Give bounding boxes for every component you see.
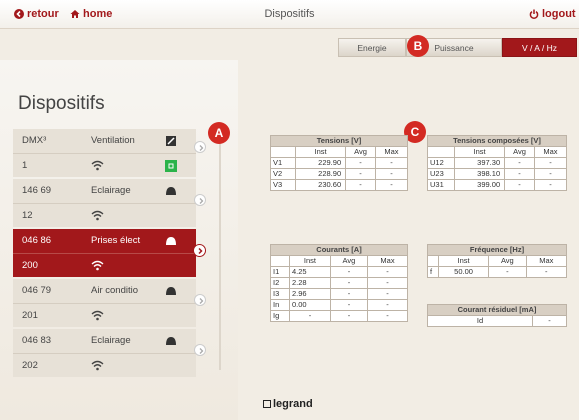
table-row: I3 2.96- - [270, 288, 408, 300]
table-row: Ig - - - [270, 310, 408, 322]
column-header: Inst [437, 255, 490, 267]
tensions-table: Tensions [V] Inst Avg Max V1 229.90- - V2 228… [270, 135, 409, 191]
device-name: Prises élect [91, 235, 141, 246]
device-number: 1 [22, 160, 28, 171]
table-title: Courants [A] [270, 244, 408, 256]
device-item[interactable]: DMX³ Ventilation 1 [13, 129, 196, 177]
table-row: V3 230.60- - [270, 179, 409, 191]
brand-name: legrand [273, 398, 313, 410]
tab-v-a-hz[interactable]: V / A / Hz [502, 38, 577, 57]
column-header: Avg [504, 146, 535, 158]
dome-icon [166, 287, 176, 295]
tab-energie[interactable]: Energie [338, 38, 406, 57]
top-bar: retour home Dispositifs logout [0, 0, 579, 29]
device-item-selected[interactable]: 046 86 Prises élect 200 [13, 229, 196, 277]
courants-table: Courants [A] Inst Avg Max I1 4.25- - I2 2.28-… [270, 244, 408, 322]
chevron-right-icon [198, 247, 203, 255]
device-number: 201 [22, 310, 38, 321]
device-name: Eclairage [91, 335, 131, 346]
table-row: f 50.00- - [427, 266, 568, 278]
wifi-icon [91, 210, 104, 221]
table-row: U31 399.00- - [427, 179, 568, 191]
column-header: Max [374, 146, 409, 158]
wifi-icon [91, 160, 104, 171]
chevron-right-icon [199, 348, 204, 354]
table-row: U23 398.10- - [427, 168, 568, 180]
wifi-icon [91, 260, 104, 271]
chevron-right-icon [199, 145, 204, 151]
device-item[interactable]: 146 69 Eclairage 12 [13, 179, 196, 227]
table-title: Tensions [V] [270, 135, 408, 147]
device-arrow-button[interactable] [194, 344, 206, 356]
logout-button[interactable]: logout [529, 8, 576, 20]
frequence-table: Fréquence [Hz] Inst Avg Max f 50.00- - [427, 244, 568, 278]
table-title: Courant résiduel [mA] [427, 304, 567, 316]
device-arrow-button[interactable] [194, 194, 206, 206]
page-title: Dispositifs [18, 93, 105, 114]
column-header: Max [367, 255, 408, 267]
logo-square-icon [263, 400, 271, 408]
table-row: In 0.00- - [270, 299, 408, 311]
panel-icon [166, 136, 176, 146]
table-row: V1 229.90- - [270, 157, 409, 169]
view-tabs: Energie Puissance V / A / Hz [338, 38, 577, 57]
courant-residuel-table: Courant résiduel [mA] Id - [427, 304, 567, 327]
chevron-right-icon [199, 198, 204, 204]
device-arrow-button[interactable] [194, 294, 206, 306]
column-header: Avg [329, 255, 369, 267]
device-id: 146 69 [22, 185, 52, 196]
device-name: Ventilation [91, 135, 135, 146]
annotation-badge-b: B [407, 35, 429, 57]
dome-icon [166, 237, 176, 245]
device-item[interactable]: 046 79 Air conditio 201 [13, 279, 196, 327]
device-number: 200 [22, 260, 38, 271]
scrollbar[interactable] [219, 125, 221, 370]
device-name: Air conditio [91, 285, 138, 296]
table-title: Fréquence [Hz] [427, 244, 567, 256]
table-title: Tensions composées [V] [427, 135, 567, 147]
table-row: I2 2.28- - [270, 277, 408, 289]
device-id: DMX³ [22, 135, 47, 146]
column-header: Max [525, 255, 568, 267]
green-on-icon [165, 160, 177, 172]
device-id: 046 83 [22, 335, 52, 346]
brand-logo: legrand [263, 398, 313, 410]
power-icon [529, 9, 539, 19]
column-header: Inst [289, 255, 331, 267]
device-arrow-button[interactable] [193, 244, 206, 257]
device-arrow-button[interactable] [194, 141, 206, 153]
chevron-right-icon [199, 298, 204, 304]
table-row: Id - [427, 315, 567, 327]
device-item[interactable]: 046 83 Eclairage 202 [13, 329, 196, 377]
wifi-icon [91, 360, 104, 371]
device-id: 046 79 [22, 285, 52, 296]
device-number: 12 [22, 210, 33, 221]
device-name: Eclairage [91, 185, 131, 196]
wifi-icon [91, 310, 104, 321]
table-row: U12 397.30- - [427, 157, 568, 169]
device-number: 202 [22, 360, 38, 371]
dome-icon [166, 337, 176, 345]
device-id: 046 86 [22, 235, 52, 246]
logout-label: logout [542, 8, 576, 20]
dome-icon [166, 187, 176, 195]
column-header: Avg [345, 146, 376, 158]
annotation-badge-a: A [208, 122, 230, 144]
column-header: Max [533, 146, 568, 158]
table-row: I1 4.25- - [270, 266, 408, 278]
tensions-composees-table: Tensions composées [V] Inst Avg Max U12 397… [427, 135, 568, 191]
app-title: Dispositifs [264, 8, 315, 20]
table-row: V2 228.90- - [270, 168, 409, 180]
column-header: Inst [453, 146, 506, 158]
column-header: Avg [488, 255, 527, 267]
column-header: Inst [294, 146, 347, 158]
